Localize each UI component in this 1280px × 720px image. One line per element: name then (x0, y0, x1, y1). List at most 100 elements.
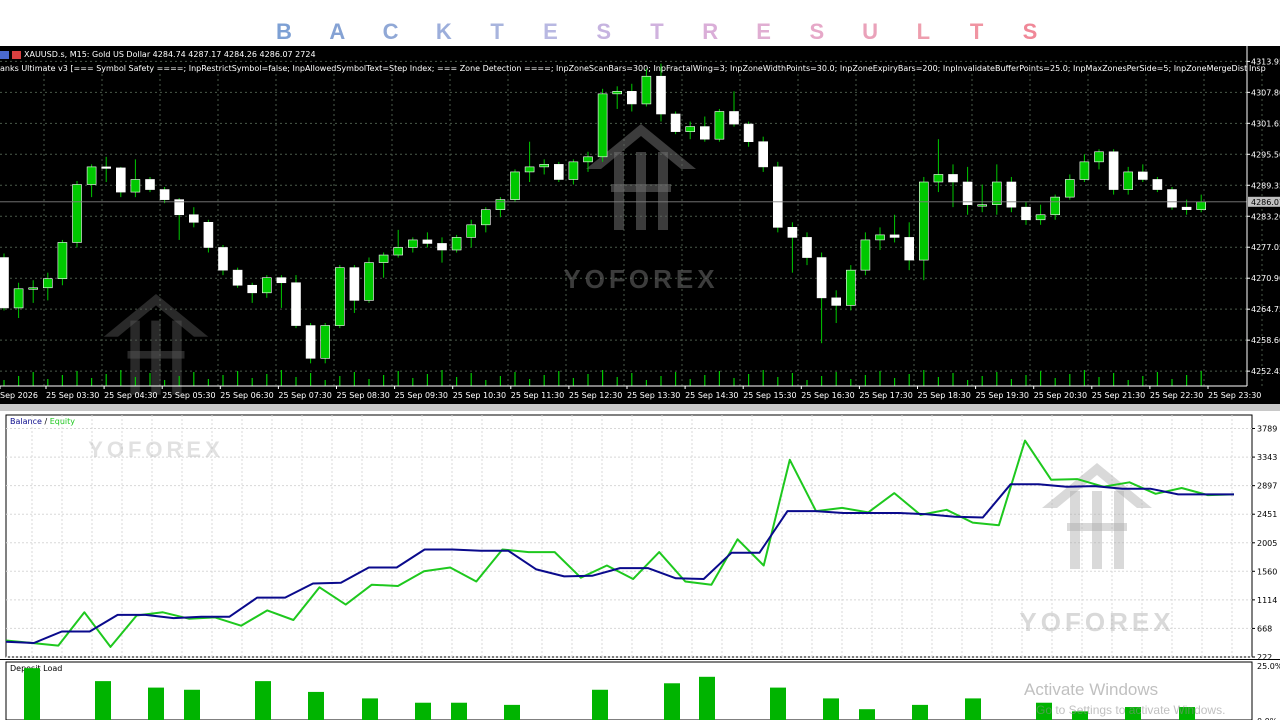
price-label: 4301.65 (1251, 119, 1280, 128)
panel-separator (0, 404, 1280, 411)
time-label: 25 Sep 05:30 (162, 391, 215, 400)
balance-axis-label: 3343 (1257, 453, 1277, 462)
candle-body (962, 181, 973, 205)
candle-body (670, 113, 681, 132)
deposit-load-bar (912, 704, 928, 720)
deposit-load-bar (451, 702, 467, 720)
candle-body (933, 174, 944, 183)
candle-body (991, 181, 1002, 205)
backtest-results-banner: BACKTESTRESULTS (0, 0, 1280, 46)
balance-equity-chart: 3789334328972451200515601114668222YOFORE… (5, 414, 1277, 659)
banner-letter: T (490, 19, 504, 44)
candle-body (685, 126, 696, 132)
deposit-load-bar (308, 691, 324, 720)
banner-letter: S (1022, 19, 1038, 44)
balance-axis-label: 1560 (1257, 567, 1277, 576)
banner-letter: R (702, 19, 719, 44)
candle-body (276, 277, 287, 284)
candlestick-chart[interactable]: YOFOREX 4313.95 4307.80 4301.65 4295.50 4289.… (0, 46, 1280, 404)
candle-body (364, 262, 374, 301)
banner-letter: A (329, 19, 346, 44)
price-label: 4264.75 (1251, 305, 1280, 314)
candle-body (875, 234, 885, 241)
time-label: 25 Sep 09:30 (395, 391, 448, 400)
time-label: 25 Sep 04:30 (104, 391, 157, 400)
candle-body (977, 204, 988, 207)
banner-letter: K (435, 19, 452, 44)
candle-body (451, 237, 462, 251)
candle-body (787, 227, 798, 238)
time-label: 25 Sep 19:30 (976, 391, 1029, 400)
candle-body (1152, 179, 1163, 190)
candle-body (729, 111, 739, 125)
candle-body (860, 239, 871, 271)
time-label: 25 Sep 12:30 (569, 391, 622, 400)
legend-equity: Equity (50, 417, 76, 426)
candle-body (1050, 196, 1060, 216)
watermark-bar-icon (127, 351, 185, 359)
deposit-load-bar (415, 702, 431, 720)
price-label: 4270.90 (1251, 274, 1280, 283)
candle-body (466, 224, 477, 238)
candle-body (699, 126, 710, 140)
candle-body (261, 277, 272, 294)
candle-body (480, 209, 491, 226)
time-label: 25 Sep 14:30 (685, 391, 738, 400)
candle-body (918, 181, 929, 261)
candle-body (1108, 151, 1119, 190)
price-label: 4295.50 (1251, 150, 1280, 159)
candle-body (320, 325, 331, 359)
activate-windows-title: Activate Windows (1024, 680, 1159, 699)
watermark-text: YOFOREX (563, 264, 718, 294)
deposit-load-bar (592, 689, 608, 720)
price-label: 4277.05 (1251, 243, 1280, 252)
deposit-load-bar (148, 687, 164, 720)
candle-body (495, 199, 506, 211)
banner-letter: C (382, 19, 399, 44)
legend-balance: Balance (10, 417, 42, 426)
banner-letter: T (969, 19, 984, 44)
candle-body (28, 287, 39, 290)
deposit-load-bar (859, 709, 875, 720)
banner-letter: B (276, 19, 292, 44)
candle-body (437, 243, 447, 251)
candle-body (510, 171, 520, 200)
yoforex-watermark: YOFOREX (563, 124, 718, 294)
candle-body (1094, 151, 1104, 163)
deposit-load-bar (823, 698, 839, 720)
time-label: 25 Sep 06:30 (220, 391, 273, 400)
price-label: 4307.80 (1251, 88, 1280, 97)
time-label: Sep 2026 (0, 391, 38, 400)
time-label: 25 Sep 22:30 (1150, 391, 1203, 400)
candle-body (845, 269, 856, 306)
candle-body (772, 166, 783, 228)
candle-body (1167, 189, 1177, 208)
candle-body (758, 141, 769, 168)
candle-body (1181, 206, 1192, 211)
candle-body (291, 282, 301, 326)
candle-body (597, 93, 608, 158)
candle-body (743, 123, 754, 143)
banner-letter: E (756, 19, 771, 44)
candle-body (42, 278, 53, 289)
candle-body (816, 257, 827, 299)
watermark-text: YOFOREX (1019, 607, 1174, 637)
price-chart-panel[interactable]: XAUUSD.s, M15: Gold US Dollar 4284.74 42… (0, 46, 1280, 404)
banner-letter: L (916, 19, 931, 44)
candle-body (378, 254, 389, 263)
candle-body (218, 247, 228, 271)
banner-letter: U (862, 19, 879, 44)
candle-body (232, 269, 243, 286)
candle-body (86, 166, 97, 185)
candle-body (116, 167, 126, 193)
candle-body (626, 91, 637, 105)
candle-body (1079, 161, 1090, 180)
banner-title: BACKTESTRESULTS (272, 18, 1042, 46)
candle-body (1138, 171, 1148, 180)
time-label: 25 Sep 20:30 (1034, 391, 1087, 400)
candle-body (1035, 214, 1046, 221)
candle-body (393, 247, 404, 256)
candle-body (203, 221, 214, 248)
candle-body (612, 91, 623, 95)
time-label: 25 Sep 15:30 (743, 391, 796, 400)
